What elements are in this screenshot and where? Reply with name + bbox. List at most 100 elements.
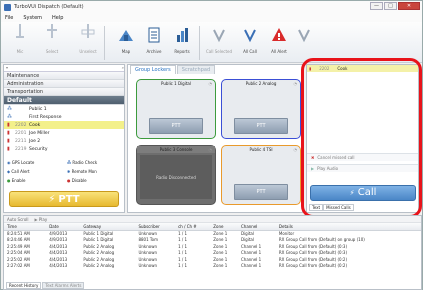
contact-row[interactable]: ⁂ Public 1 xyxy=(4,105,124,113)
reports-button[interactable]: Reports xyxy=(169,24,195,54)
antenna-icon xyxy=(296,24,312,46)
call-alert-button[interactable]: ◆ Call Alert xyxy=(4,169,64,174)
group-icon: ⁂ xyxy=(7,114,12,120)
contact-row[interactable]: ⁂ First Response xyxy=(4,113,124,121)
selected-contact-header: ▮ 2202 Cook xyxy=(307,65,418,72)
tab-missed-calls[interactable]: Missed Calls xyxy=(323,204,354,211)
menu-file[interactable]: File xyxy=(5,15,13,21)
play-icon: ▶ xyxy=(311,166,315,171)
app-icon xyxy=(4,3,11,11)
phone-icon: ▮ xyxy=(309,66,312,71)
tab-recent-history[interactable]: Recent History xyxy=(6,282,42,289)
channel-tile[interactable]: Public 4 TSI ◔ PTT xyxy=(221,145,301,205)
nav-default[interactable]: Default xyxy=(4,96,124,105)
map-button[interactable]: Map xyxy=(113,24,139,54)
enable-icon: ● xyxy=(7,178,11,183)
tile-settings-icon[interactable]: ◔ xyxy=(209,146,213,153)
tab-group-lockers[interactable]: Group Lockers xyxy=(130,65,176,74)
history-table: Time Date Gateway Subscriber ch / Ch # Zone Ch… xyxy=(4,223,421,269)
play-button[interactable]: ▶ Play xyxy=(35,217,48,222)
maximize-button[interactable]: □ xyxy=(384,2,397,10)
tile-ptt-button[interactable]: PTT xyxy=(149,118,203,134)
radio-check-icon: ⁂ xyxy=(67,160,72,165)
mic-button[interactable]: Mic xyxy=(7,24,33,54)
call-icon: ⚡ xyxy=(349,189,355,197)
cancel-icon: ✖ xyxy=(311,155,315,160)
table-cell: RX Group Call from (Default) (0:2) xyxy=(278,263,348,269)
group-lockers-panel: Group Lockers Scratchpad Public 1 Digita… xyxy=(127,64,303,213)
radio-icon: ▮ xyxy=(7,138,10,144)
tab-scratchpad[interactable]: Scratchpad xyxy=(176,65,216,74)
call-panel: ▮ 2202 Cook ✖ Cancel missed call ▶ Play Au… xyxy=(306,64,419,213)
channel-tile[interactable]: Public 2 Analog ◔ PTT xyxy=(221,79,301,139)
tile-settings-icon[interactable]: ◔ xyxy=(294,80,298,87)
tab-text[interactable]: Text xyxy=(309,204,324,211)
enable-button[interactable]: ● Enable xyxy=(4,178,64,183)
auto-scroll-button[interactable]: Auto Scroll xyxy=(7,217,29,222)
table-cell: 2:27:02 AM xyxy=(7,263,30,269)
contact-search[interactable]: ▾ ⌕ xyxy=(4,65,124,72)
tile-ptt-button[interactable]: PTT xyxy=(234,118,288,134)
monitor-icon: ✱ xyxy=(67,169,71,174)
close-button[interactable]: ✕ xyxy=(398,2,420,10)
contact-row[interactable]: ▮ 2219 Security xyxy=(4,145,124,153)
nav-administration[interactable]: Administration xyxy=(4,80,124,88)
call-button[interactable]: ⚡ Call xyxy=(310,185,416,201)
select-icon xyxy=(45,24,59,39)
table-cell: Zone 1 xyxy=(213,263,228,269)
cancel-missed-call-button[interactable]: ✖ Cancel missed call xyxy=(307,153,418,161)
gps-locate-button[interactable]: ◉ GPS Locate xyxy=(4,160,64,165)
globe-icon: ◉ xyxy=(7,160,11,165)
table-row[interactable]: 8:24:46 AM 4/9/2013 Public 1 Digital 8801 T… xyxy=(4,237,421,244)
tile-settings-icon[interactable]: ◔ xyxy=(209,80,213,87)
minimize-button[interactable]: — xyxy=(370,2,383,10)
search-dropdown-icon: ▾ xyxy=(6,65,9,70)
tab-text-alarms[interactable]: Text Alarms Alerts xyxy=(42,282,85,289)
ptt-button[interactable]: ⚡ PTT xyxy=(9,191,119,207)
contact-tools: ◉ GPS Locate ⁂ Radio Check ◆ Call Alert … xyxy=(4,158,124,185)
archive-button[interactable]: Archive xyxy=(141,24,167,54)
table-cell: 4/4/2013 xyxy=(49,263,68,269)
column-header[interactable]: Time xyxy=(4,223,47,231)
remote-monitor-button[interactable]: ✱ Remote Mon xyxy=(64,169,124,174)
disable-button[interactable]: ● Disable xyxy=(64,178,124,183)
nav-transportation[interactable]: Transportation xyxy=(4,88,124,96)
select-button[interactable]: Select xyxy=(39,24,65,54)
search-icon: ⌕ xyxy=(121,65,124,70)
column-header[interactable]: Details xyxy=(275,223,421,231)
contact-row[interactable]: ▮ 2211 Joe 2 xyxy=(4,137,124,145)
table-cell: 1 / 1 xyxy=(178,263,188,269)
menu-system[interactable]: System xyxy=(23,15,42,21)
column-header[interactable]: Date xyxy=(46,223,81,231)
radio-check-button[interactable]: ⁂ Radio Check xyxy=(64,160,124,165)
table-row[interactable]: 2:27:02 AM 4/4/2013 Public 2 Analog Unknown… xyxy=(4,263,421,270)
call-selected-button[interactable]: Call Selected xyxy=(206,24,232,54)
radio-icon: ▮ xyxy=(7,146,10,152)
column-header[interactable]: Gateway xyxy=(80,223,136,231)
column-header[interactable]: ch / Ch # xyxy=(175,223,211,231)
play-audio-button[interactable]: ▶ Play Audio xyxy=(307,164,418,172)
channel-tile[interactable]: Public 1 Digital ◔ PTT xyxy=(136,79,216,139)
play-icon: ▶ xyxy=(34,216,38,222)
column-header[interactable]: Zone xyxy=(210,223,238,231)
ptt-icon: ⚡ xyxy=(48,193,56,205)
contact-row[interactable]: ▮ 2201 Joe Miller xyxy=(4,129,124,137)
all-call-button[interactable]: All Call xyxy=(237,24,263,54)
channel-tile-disconnected[interactable]: Public 3 Console ◔ Radio Disconnected xyxy=(136,145,216,205)
nav-maintenance[interactable]: Maintenance xyxy=(4,72,124,80)
column-header[interactable]: Channel xyxy=(237,223,276,231)
tile-ptt-button[interactable]: PTT xyxy=(234,184,288,200)
tile-settings-icon[interactable]: ◔ xyxy=(294,146,298,153)
alert-bell-icon: ◆ xyxy=(7,169,11,174)
disable-icon: ● xyxy=(67,178,71,183)
unselect-button[interactable]: Unselect xyxy=(75,24,101,54)
unselect-icon xyxy=(80,24,96,39)
column-header[interactable]: Subscriber xyxy=(135,223,176,231)
table-cell: Channel 1 xyxy=(240,263,262,269)
disconnected-message: Radio Disconnected xyxy=(140,155,212,199)
window-title: TurboVUi Dispatch (Default) xyxy=(14,4,84,10)
contact-row[interactable]: ▮ 2202 Cook xyxy=(4,121,124,129)
menu-help[interactable]: Help xyxy=(52,15,63,21)
extra-toolbar-button[interactable] xyxy=(291,24,317,49)
all-alert-button[interactable]: All Alert xyxy=(266,24,292,54)
